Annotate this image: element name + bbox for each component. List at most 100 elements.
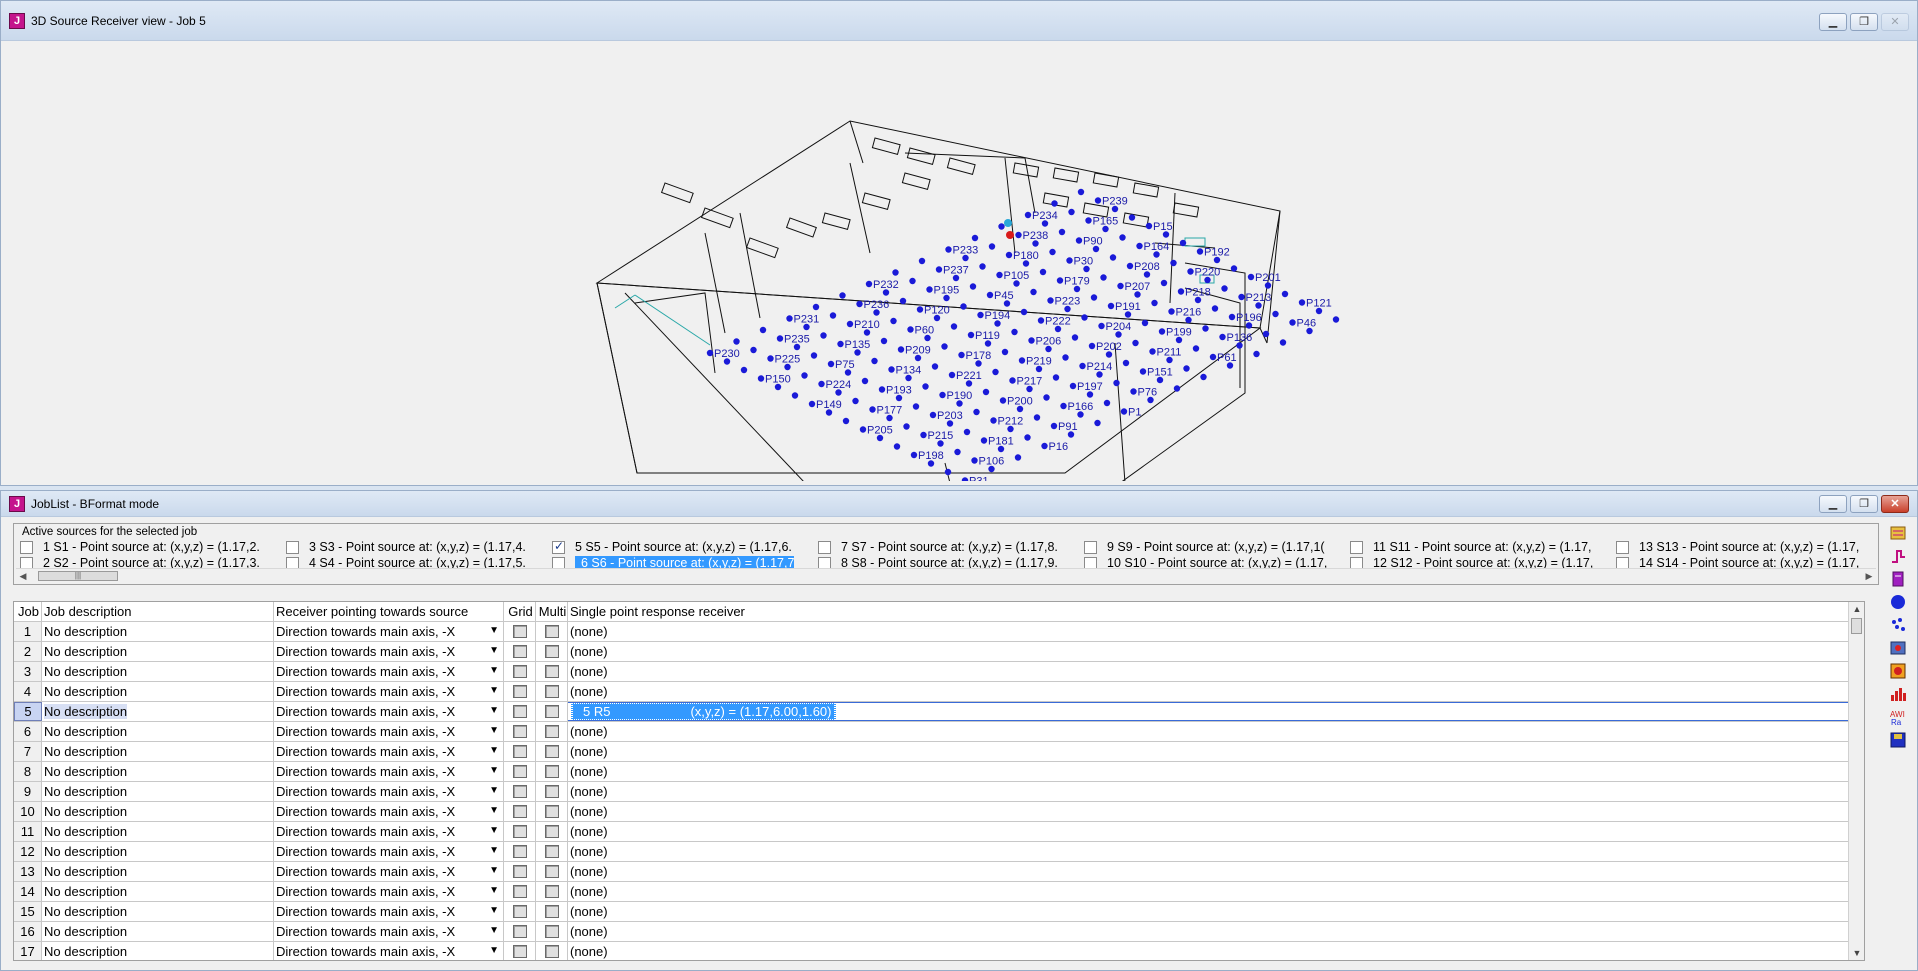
table-row[interactable]: 6 No description Direction towards main ax…: [14, 722, 1864, 742]
single-point-receiver-dropdown[interactable]: (none)▼: [568, 862, 1864, 881]
multi-checkbox[interactable]: [544, 905, 559, 918]
job-description-cell[interactable]: No description: [42, 802, 274, 821]
edit-sources-icon[interactable]: [1887, 523, 1909, 543]
view-window-titlebar[interactable]: J 3D Source Receiver view - Job 5 ▁ ❐ ✕: [1, 1, 1917, 41]
job-description-cell[interactable]: No description: [42, 882, 274, 901]
table-row[interactable]: 12 No description Direction towards main a…: [14, 842, 1864, 862]
grid-checkbox-cell[interactable]: [504, 762, 536, 781]
grid-checkbox-cell[interactable]: [504, 702, 536, 721]
restore-button[interactable]: ❐: [1850, 495, 1878, 513]
receiver-pointing-dropdown[interactable]: Direction towards main axis, -X ▼: [274, 862, 504, 881]
single-point-receiver-dropdown[interactable]: 5 R5(x,y,z) = (1.17,6.00,1.60)▼: [568, 702, 1864, 721]
scroll-thumb[interactable]: [1851, 618, 1862, 634]
grid-checkbox-cell[interactable]: [504, 722, 536, 741]
multi-checkbox[interactable]: [544, 885, 559, 898]
grid-checkbox-cell[interactable]: [504, 742, 536, 761]
grid-checkbox[interactable]: [512, 785, 527, 798]
source-item[interactable]: 1 S1 - Point source at: (x,y,z) = (1.17,…: [20, 539, 286, 555]
job-number-cell[interactable]: 7: [14, 742, 42, 761]
job-number-cell[interactable]: 14: [14, 882, 42, 901]
line-response-icon[interactable]: [1887, 546, 1909, 566]
multi-checkbox-cell[interactable]: [536, 782, 568, 801]
grid-checkbox[interactable]: [512, 625, 527, 638]
sphere-icon[interactable]: [1887, 592, 1909, 612]
multi-checkbox-cell[interactable]: [536, 822, 568, 841]
single-point-receiver-dropdown[interactable]: (none)▼: [568, 642, 1864, 661]
dropdown-arrow-icon[interactable]: ▼: [489, 705, 499, 716]
dropdown-arrow-icon[interactable]: ▼: [489, 885, 499, 896]
job-description-cell[interactable]: No description: [42, 862, 274, 881]
multi-checkbox-cell[interactable]: [536, 942, 568, 960]
job-description-cell[interactable]: No description: [42, 642, 274, 661]
source-checkbox[interactable]: [1084, 540, 1097, 554]
minimize-button[interactable]: ▁: [1819, 495, 1847, 513]
minimize-button[interactable]: ▁: [1819, 13, 1847, 31]
job-description-cell[interactable]: No description: [42, 742, 274, 761]
multi-checkbox[interactable]: [544, 745, 559, 758]
table-row[interactable]: 16 No description Direction towards main a…: [14, 922, 1864, 942]
grid-checkbox[interactable]: [512, 725, 527, 738]
dropdown-arrow-icon[interactable]: ▼: [489, 825, 499, 836]
job-number-cell[interactable]: 1: [14, 622, 42, 641]
job-number-cell[interactable]: 6: [14, 722, 42, 741]
job-description-cell[interactable]: No description: [42, 782, 274, 801]
multi-checkbox-cell[interactable]: [536, 922, 568, 941]
header-single[interactable]: Single point response receiver: [568, 602, 1864, 621]
job-number-cell[interactable]: 13: [14, 862, 42, 881]
single-point-receiver-dropdown[interactable]: (none)▼: [568, 762, 1864, 781]
dropdown-arrow-icon[interactable]: ▼: [489, 905, 499, 916]
job-description-cell[interactable]: No description: [42, 902, 274, 921]
single-point-receiver-dropdown[interactable]: (none)▼: [568, 622, 1864, 641]
table-row[interactable]: 3 No description Direction towards main ax…: [14, 662, 1864, 682]
restore-button[interactable]: ❐: [1850, 13, 1878, 31]
dropdown-arrow-icon[interactable]: ▼: [489, 745, 499, 756]
table-row[interactable]: 4 No description Direction towards main ax…: [14, 682, 1864, 702]
single-point-receiver-dropdown[interactable]: (none)▼: [568, 842, 1864, 861]
auralisation-icon[interactable]: AWI Ra: [1887, 707, 1909, 727]
grid-checkbox-cell[interactable]: [504, 862, 536, 881]
multi-checkbox-cell[interactable]: [536, 682, 568, 701]
job-number-cell[interactable]: 10: [14, 802, 42, 821]
multi-checkbox[interactable]: [544, 765, 559, 778]
receiver-pointing-dropdown[interactable]: Direction towards main axis, -X ▼: [274, 802, 504, 821]
receiver-pointing-dropdown[interactable]: Direction towards main axis, -X ▼: [274, 722, 504, 741]
source-checkbox[interactable]: [552, 539, 565, 554]
single-point-receiver-dropdown[interactable]: (none)▼: [568, 822, 1864, 841]
job-description-cell[interactable]: No description: [42, 622, 274, 641]
job-number-cell[interactable]: 3: [14, 662, 42, 681]
dropdown-arrow-icon[interactable]: ▼: [489, 925, 499, 936]
bar-chart-icon[interactable]: [1887, 684, 1909, 704]
joblist-window-titlebar[interactable]: J JobList - BFormat mode ▁ ❐ ✕: [1, 491, 1917, 517]
single-point-receiver-dropdown[interactable]: (none)▼: [568, 942, 1864, 960]
receiver-pointing-dropdown[interactable]: Direction towards main axis, -X ▼: [274, 922, 504, 941]
table-row[interactable]: 9 No description Direction towards main ax…: [14, 782, 1864, 802]
source-item[interactable]: 5 S5 - Point source at: (x,y,z) = (1.17,…: [552, 539, 818, 555]
scatter-icon[interactable]: [1887, 615, 1909, 635]
scroll-thumb[interactable]: |||: [38, 571, 118, 581]
job-number-cell[interactable]: 8: [14, 762, 42, 781]
receiver-pointing-dropdown[interactable]: Direction towards main axis, -X ▼: [274, 842, 504, 861]
dropdown-arrow-icon[interactable]: ▼: [489, 865, 499, 876]
receiver-pointing-dropdown[interactable]: Direction towards main axis, -X ▼: [274, 902, 504, 921]
job-number-cell[interactable]: 15: [14, 902, 42, 921]
receiver-pointing-dropdown[interactable]: Direction towards main axis, -X ▼: [274, 762, 504, 781]
grid-checkbox[interactable]: [512, 745, 527, 758]
table-row[interactable]: 7 No description Direction towards main ax…: [14, 742, 1864, 762]
multi-checkbox-cell[interactable]: [536, 662, 568, 681]
multi-checkbox[interactable]: [544, 665, 559, 678]
multi-checkbox-cell[interactable]: [536, 802, 568, 821]
grid-checkbox[interactable]: [512, 705, 527, 718]
receiver-pointing-dropdown[interactable]: Direction towards main axis, -X ▼: [274, 882, 504, 901]
job-number-cell[interactable]: 17: [14, 942, 42, 960]
job-description-cell[interactable]: No description: [42, 822, 274, 841]
image-map-icon[interactable]: [1887, 661, 1909, 681]
grid-checkbox-cell[interactable]: [504, 782, 536, 801]
grid-vertical-scrollbar[interactable]: ▲ ▼: [1848, 602, 1864, 960]
receiver-pointing-dropdown[interactable]: Direction towards main axis, -X ▼: [274, 782, 504, 801]
job-description-cell[interactable]: No description: [42, 922, 274, 941]
multi-checkbox[interactable]: [544, 685, 559, 698]
grid-checkbox[interactable]: [512, 825, 527, 838]
receiver-pointing-dropdown[interactable]: Direction towards main axis, -X ▼: [274, 942, 504, 960]
table-row[interactable]: 8 No description Direction towards main ax…: [14, 762, 1864, 782]
grid-checkbox[interactable]: [512, 665, 527, 678]
